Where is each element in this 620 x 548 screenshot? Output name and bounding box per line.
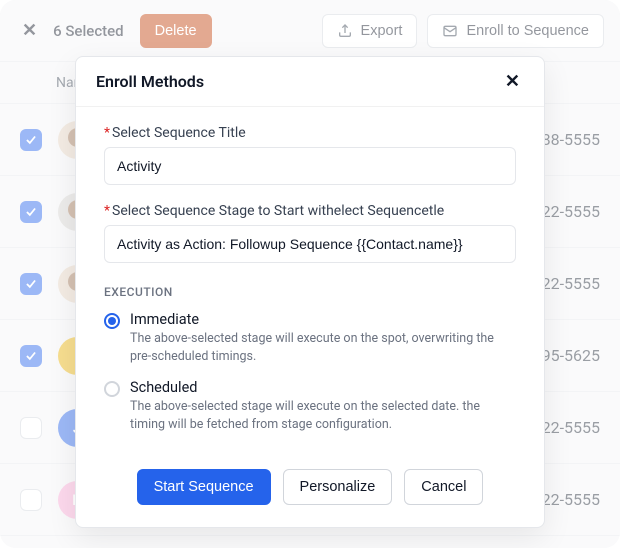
radio-description: The above-selected stage will execute on… (130, 330, 516, 365)
cancel-button[interactable]: Cancel (404, 469, 483, 505)
start-sequence-button[interactable]: Start Sequence (137, 469, 271, 505)
enroll-methods-modal: Enroll Methods ✕ Select Sequence Title S… (75, 56, 545, 528)
sequence-title-input[interactable] (104, 147, 516, 185)
modal-footer: Start Sequence Personalize Cancel (76, 453, 544, 527)
radio-button[interactable] (104, 313, 120, 329)
radio-title: Immediate (130, 311, 516, 328)
sequence-stage-label: Select Sequence Stage to Start withelect… (104, 203, 516, 219)
modal-header: Enroll Methods ✕ (76, 57, 544, 107)
execution-option[interactable]: Scheduled The above-selected stage will e… (104, 379, 516, 433)
sequence-stage-input[interactable] (104, 225, 516, 263)
execution-option[interactable]: Immediate The above-selected stage will e… (104, 311, 516, 365)
modal-body: Select Sequence Title Select Sequence St… (76, 107, 544, 453)
sequence-title-label: Select Sequence Title (104, 125, 516, 141)
execution-section-label: EXECUTION (104, 285, 516, 299)
app-frame: ✕ 6 Selected Delete Export Enroll to Seq… (0, 0, 620, 548)
personalize-button[interactable]: Personalize (283, 469, 393, 505)
radio-button[interactable] (104, 381, 120, 397)
modal-title: Enroll Methods (96, 72, 204, 91)
close-icon[interactable]: ✕ (501, 71, 524, 92)
radio-description: The above-selected stage will execute on… (130, 398, 516, 433)
radio-title: Scheduled (130, 379, 516, 396)
